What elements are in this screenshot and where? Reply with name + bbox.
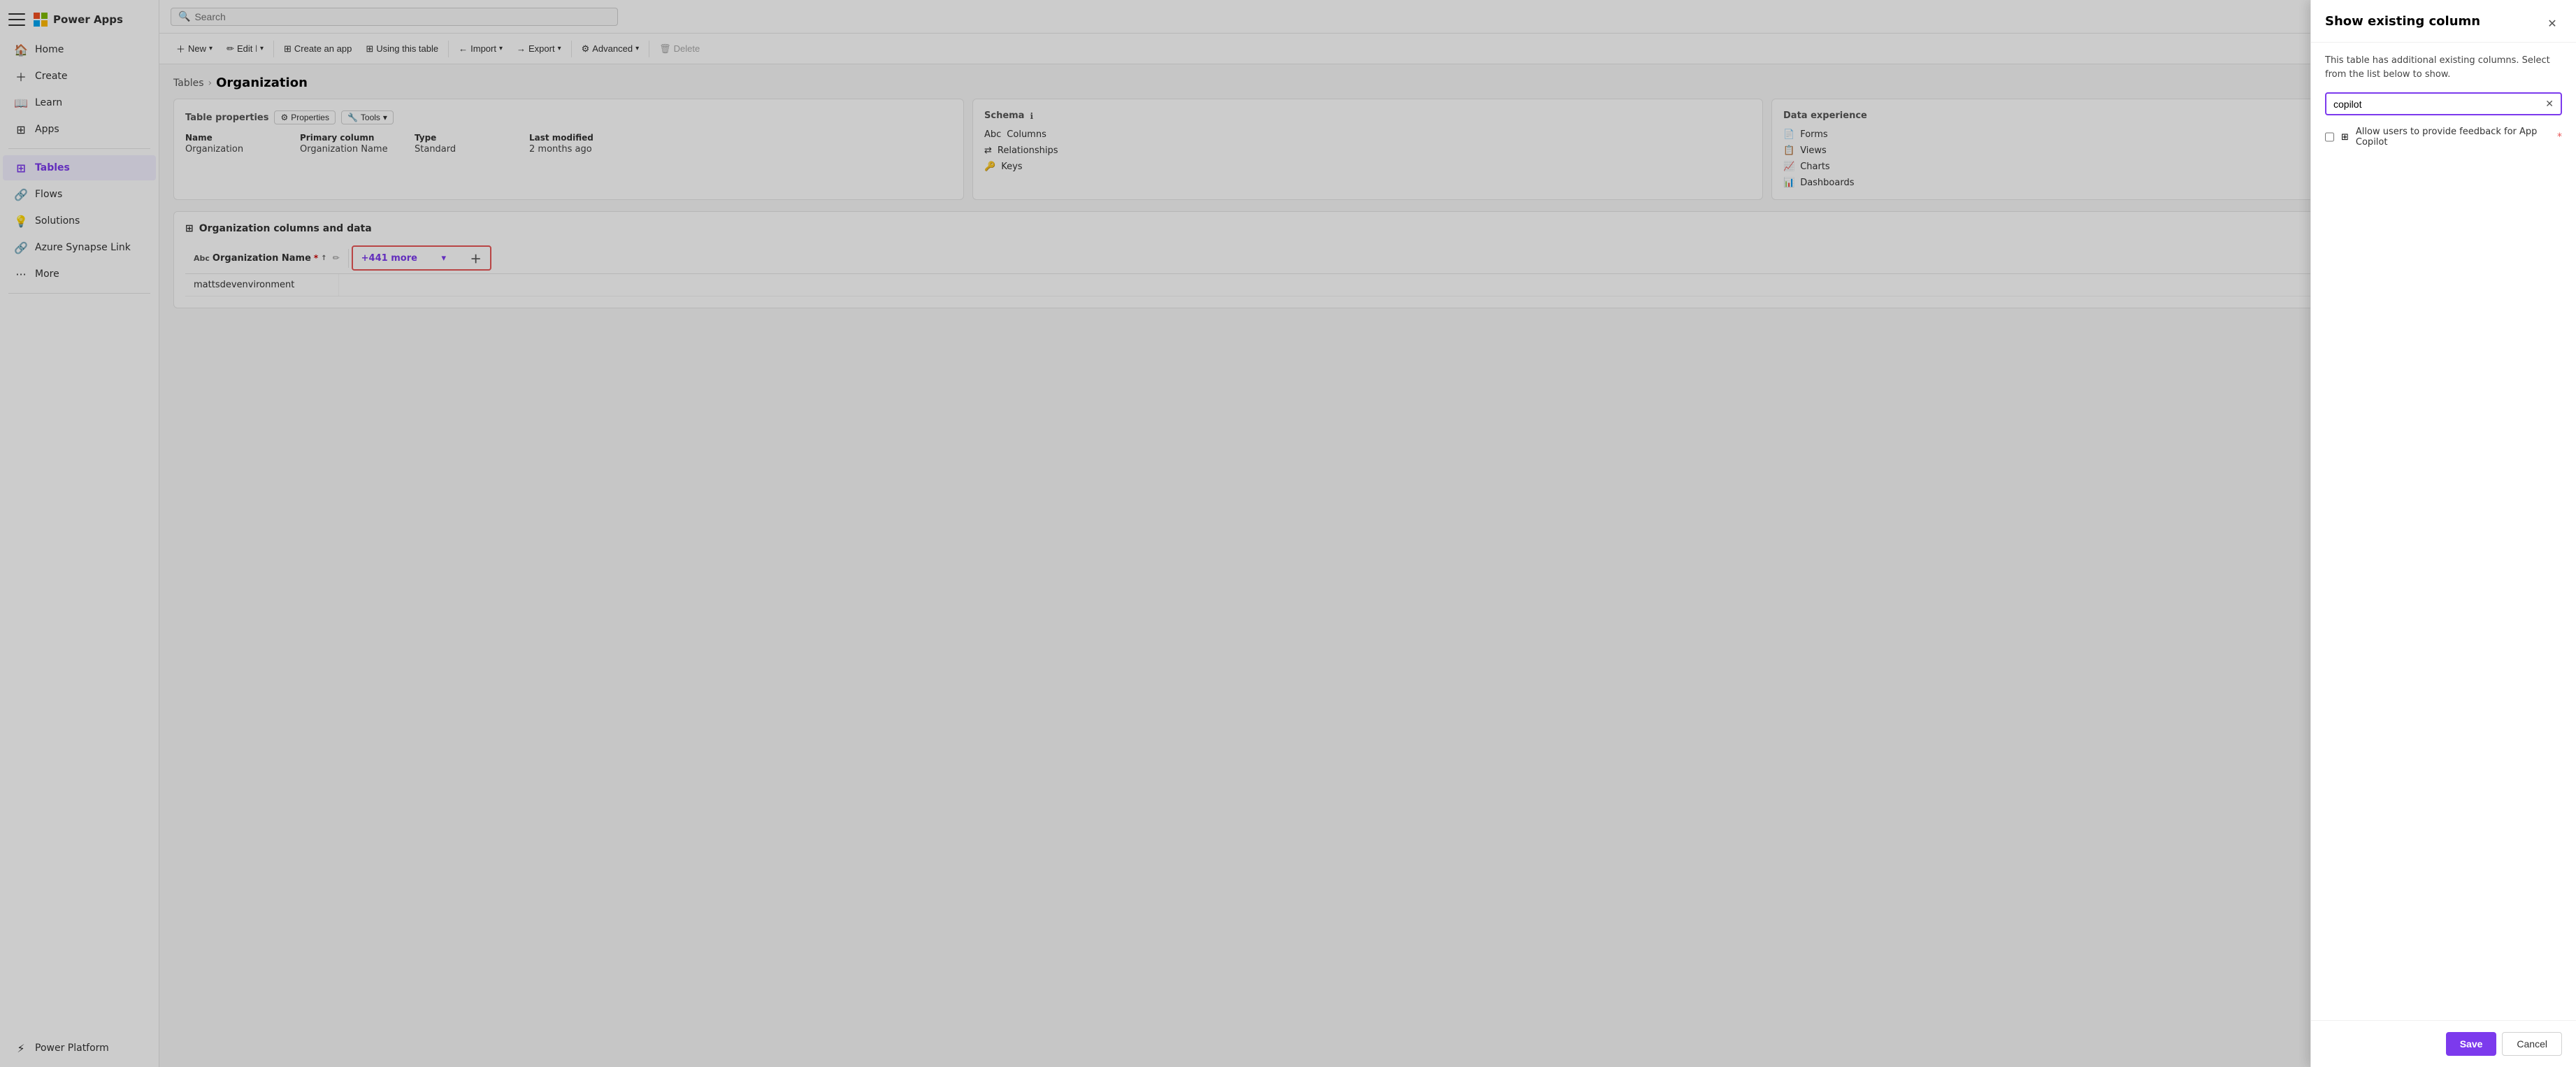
panel-footer: Save Cancel xyxy=(2311,1020,2576,1067)
panel-search-input[interactable] xyxy=(2333,99,2541,110)
copilot-feedback-checkbox[interactable] xyxy=(2325,132,2334,142)
panel-close-button[interactable]: ✕ xyxy=(2542,14,2562,34)
panel-save-button[interactable]: Save xyxy=(2446,1032,2497,1056)
copilot-feedback-row: ⊞ Allow users to provide feedback for Ap… xyxy=(2325,127,2562,148)
panel-title: Show existing column xyxy=(2325,14,2480,29)
panel-header: Show existing column ✕ xyxy=(2311,0,2576,43)
copilot-icon: ⊞ xyxy=(2341,132,2349,143)
panel-search-clear-button[interactable]: ✕ xyxy=(2545,98,2554,110)
modal-overlay[interactable] xyxy=(0,0,2576,1067)
copilot-required-marker: * xyxy=(2557,131,2562,143)
show-existing-column-panel: Show existing column ✕ This table has ad… xyxy=(2310,0,2576,1067)
panel-cancel-button[interactable]: Cancel xyxy=(2502,1032,2562,1056)
panel-description: This table has additional existing colum… xyxy=(2325,54,2562,81)
panel-body: This table has additional existing colum… xyxy=(2311,43,2576,1020)
panel-search-container[interactable]: ✕ xyxy=(2325,92,2562,115)
copilot-feedback-label: Allow users to provide feedback for App … xyxy=(2356,127,2550,148)
